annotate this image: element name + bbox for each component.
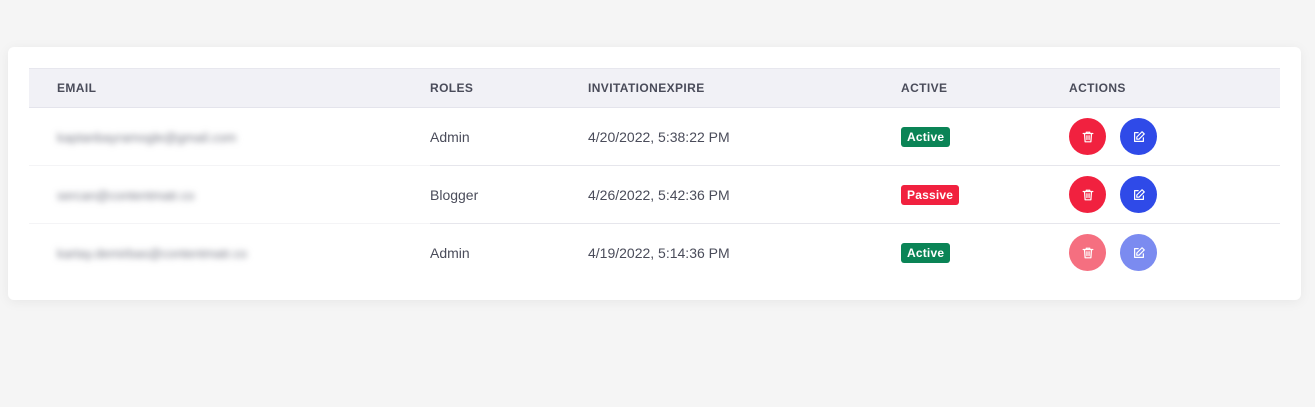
- email-cell: sercan@contentmatr.co: [29, 165, 430, 224]
- header-invitation-expire: INVITATIONEXPIRE: [588, 81, 705, 95]
- active-cell: Passive: [901, 165, 1069, 224]
- trash-icon: [1082, 131, 1093, 142]
- delete-button[interactable]: [1069, 176, 1106, 213]
- invitation-expire-cell: 4/19/2022, 5:14:36 PM: [588, 223, 901, 282]
- invitations-card: EMAIL ROLES INVITATIONEXPIRE ACTIVE ACTI…: [8, 47, 1301, 300]
- row-actions: [1069, 234, 1280, 272]
- status-badge: Passive: [901, 184, 960, 205]
- header-active: ACTIVE: [901, 81, 948, 95]
- trash-icon: [1082, 189, 1093, 200]
- role-cell: Admin: [430, 223, 588, 282]
- row-actions: [1069, 118, 1280, 155]
- header-row: EMAIL ROLES INVITATIONEXPIRE ACTIVE ACTI…: [29, 68, 1280, 108]
- status-badge: Active: [901, 242, 951, 263]
- delete-button[interactable]: [1069, 234, 1106, 272]
- actions-cell: [1069, 223, 1280, 282]
- invitation-expire-cell: 4/20/2022, 5:38:22 PM: [588, 128, 730, 145]
- table-row: kartay.demirbas@contentmatr.co Admin 4/1…: [29, 223, 1280, 282]
- header-email: EMAIL: [57, 81, 97, 95]
- row-actions: [1069, 176, 1280, 213]
- email-text: kaptanbayramogle@gmail.com: [57, 129, 237, 145]
- edit-icon: [1133, 188, 1145, 200]
- table-body: kaptanbayramogle@gmail.com Admin 4/20/20…: [29, 108, 1280, 282]
- role-cell: Admin: [430, 128, 470, 145]
- edit-button[interactable]: [1120, 176, 1157, 213]
- edit-button[interactable]: [1120, 118, 1157, 155]
- trash-icon: [1082, 247, 1093, 259]
- edit-button[interactable]: [1120, 234, 1157, 272]
- invitation-expire-cell: 4/26/2022, 5:42:36 PM: [588, 165, 901, 224]
- active-cell: Active: [901, 108, 1069, 166]
- edit-icon: [1133, 130, 1145, 142]
- table-row: sercan@contentmatr.co Blogger 4/26/2022,…: [29, 165, 1280, 224]
- invitations-table: EMAIL ROLES INVITATIONEXPIRE ACTIVE ACTI…: [29, 68, 1280, 282]
- actions-cell: [1069, 165, 1280, 224]
- email-text: kartay.demirbas@contentmatr.co: [57, 245, 247, 261]
- header-actions: ACTIONS: [1069, 81, 1126, 95]
- email-cell: kartay.demirbas@contentmatr.co: [29, 223, 430, 282]
- actions-cell: [1069, 108, 1280, 166]
- active-cell: Active: [901, 223, 1069, 282]
- email-cell: kaptanbayramogle@gmail.com: [29, 108, 430, 166]
- table-header: EMAIL ROLES INVITATIONEXPIRE ACTIVE ACTI…: [29, 68, 1280, 108]
- edit-icon: [1133, 246, 1145, 258]
- header-roles: ROLES: [430, 81, 474, 95]
- delete-button[interactable]: [1069, 118, 1106, 155]
- role-cell: Blogger: [430, 165, 588, 224]
- status-badge: Active: [901, 126, 951, 147]
- table-row: kaptanbayramogle@gmail.com Admin 4/20/20…: [29, 108, 1280, 166]
- email-text: sercan@contentmatr.co: [57, 187, 195, 203]
